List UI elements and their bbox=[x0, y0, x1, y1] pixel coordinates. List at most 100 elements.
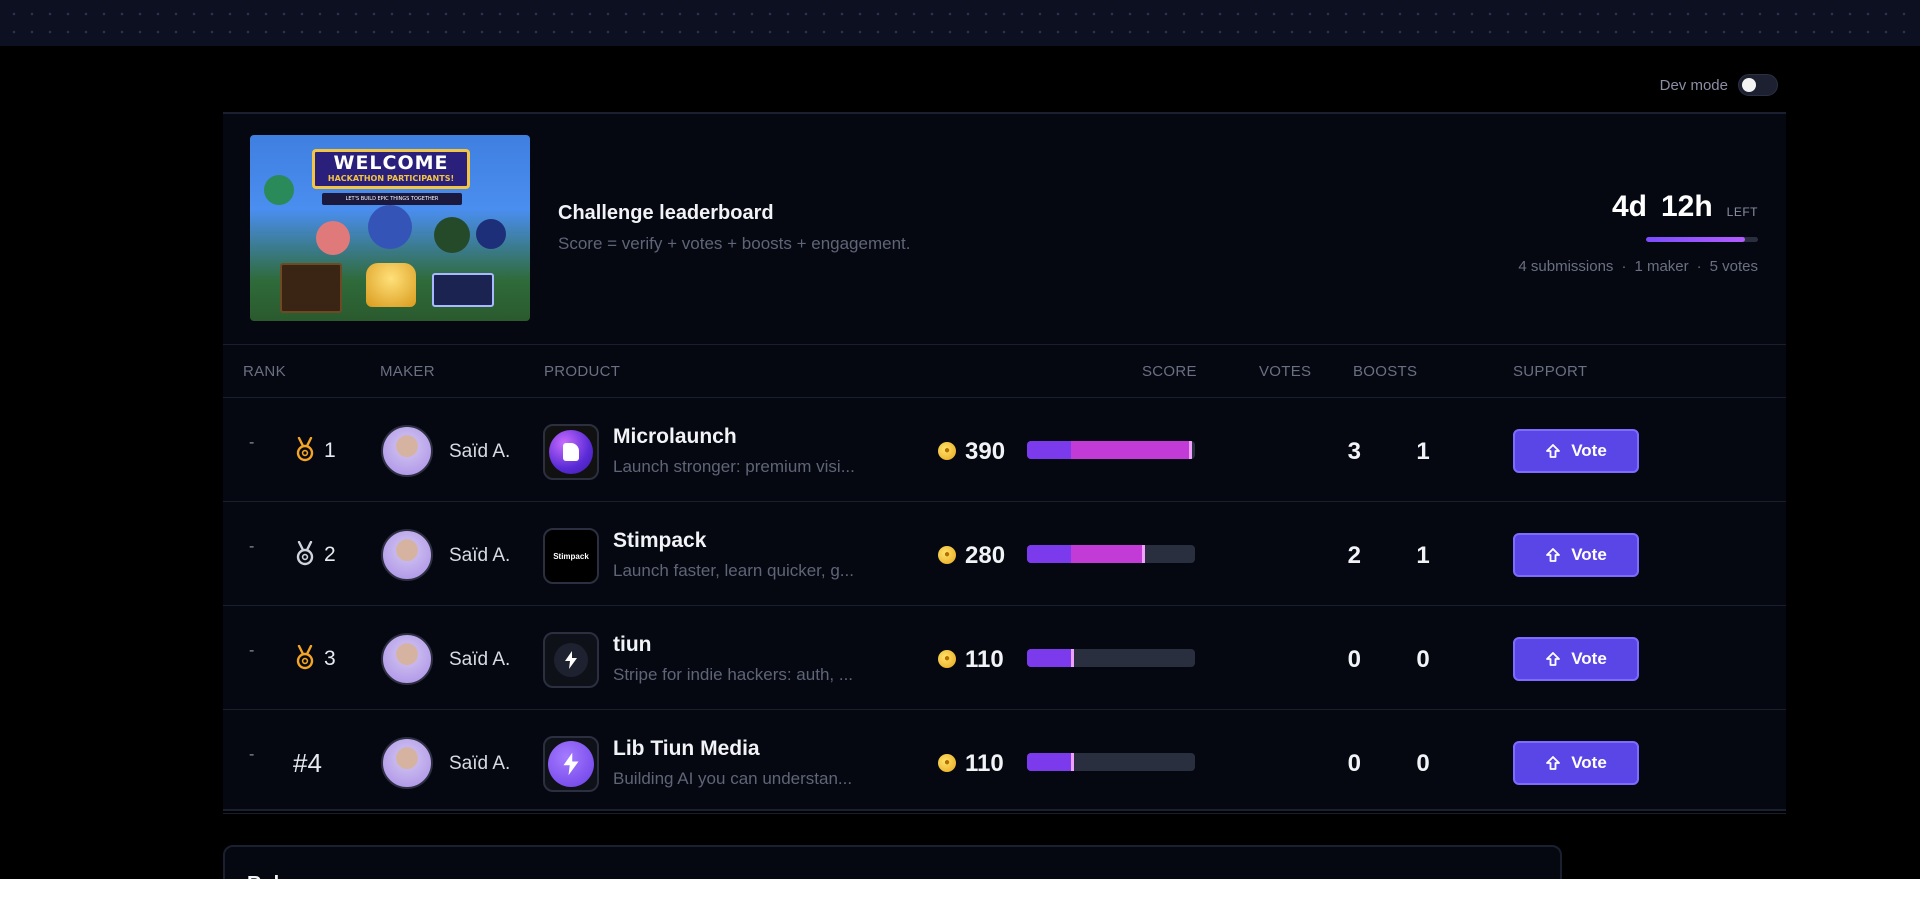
upvote-arrow-icon bbox=[1546, 652, 1561, 666]
score-bar-cap bbox=[1071, 649, 1074, 667]
leaderboard-stats: 4 submissions · 1 maker · 5 votes bbox=[1518, 258, 1758, 275]
boosts-count: 1 bbox=[1416, 542, 1430, 569]
col-product: PRODUCT bbox=[544, 363, 621, 380]
stat-votes: 5 votes bbox=[1709, 258, 1758, 275]
upvote-arrow-icon bbox=[1546, 444, 1561, 458]
microlaunch-logo-icon bbox=[549, 430, 593, 474]
maker-name[interactable]: Saïd A. bbox=[449, 753, 510, 775]
votes-count: 2 bbox=[1347, 542, 1361, 569]
boosts-count: 0 bbox=[1416, 750, 1430, 777]
banner-board bbox=[280, 263, 342, 313]
product-description: Building AI you can understan... bbox=[613, 769, 853, 788]
stat-makers: 1 maker bbox=[1634, 258, 1689, 275]
leaderboard-header: WELCOME HACKATHON PARTICIPANTS! LET'S BU… bbox=[223, 114, 1786, 345]
vote-button[interactable]: Vote bbox=[1513, 533, 1639, 577]
vote-button[interactable]: Vote bbox=[1513, 741, 1639, 785]
avatar[interactable] bbox=[381, 737, 433, 789]
stat-separator: · bbox=[1696, 258, 1702, 275]
stat-separator: · bbox=[1621, 258, 1627, 275]
avatar[interactable] bbox=[381, 529, 433, 581]
dev-mode-label: Dev mode bbox=[1659, 76, 1728, 94]
time-progress-bar bbox=[1646, 237, 1758, 242]
time-progress-fill bbox=[1646, 237, 1745, 242]
bronze-medal-icon bbox=[296, 645, 314, 670]
top-pattern-band bbox=[0, 0, 1920, 46]
product-name[interactable]: Stimpack bbox=[613, 529, 706, 553]
upvote-arrow-icon bbox=[1546, 756, 1561, 770]
stimpack-logo-text: Stimpack bbox=[553, 551, 589, 561]
product-name[interactable]: tiun bbox=[613, 633, 651, 657]
toggle-knob bbox=[1742, 78, 1756, 92]
avatar[interactable] bbox=[381, 633, 433, 685]
product-description: Launch faster, learn quicker, g... bbox=[613, 561, 854, 580]
product-logo bbox=[543, 736, 599, 792]
avatar[interactable] bbox=[381, 425, 433, 477]
product-name[interactable]: Microlaunch bbox=[613, 425, 737, 449]
table-row: - #4 Saïd A. Lib Tiun Media Building AI … bbox=[223, 710, 1786, 814]
table-header: RANK MAKER PRODUCT SCORE VOTES BOOSTS SU… bbox=[223, 345, 1786, 398]
lightning-circle-icon bbox=[548, 741, 594, 787]
rank-change: - bbox=[249, 434, 255, 451]
page-title: Challenge leaderboard bbox=[558, 202, 774, 224]
rank-change: - bbox=[249, 538, 255, 555]
product-description: Launch stronger: premium visi... bbox=[613, 457, 855, 476]
score-bar-base bbox=[1027, 441, 1071, 459]
boosts-count: 0 bbox=[1416, 646, 1430, 673]
rank-number: #4 bbox=[293, 748, 322, 778]
rank-change: - bbox=[249, 746, 255, 763]
votes-count: 3 bbox=[1347, 438, 1361, 465]
upvote-arrow-icon bbox=[1546, 548, 1561, 562]
banner-sign: WELCOME HACKATHON PARTICIPANTS! bbox=[312, 149, 470, 189]
vote-button[interactable]: Vote bbox=[1513, 429, 1639, 473]
dev-mode-control[interactable]: Dev mode bbox=[1660, 74, 1778, 96]
vote-button[interactable]: Vote bbox=[1513, 637, 1639, 681]
trophy-icon bbox=[366, 263, 416, 307]
timer-days: 4d bbox=[1611, 190, 1647, 223]
col-maker: MAKER bbox=[380, 363, 435, 380]
score-bar-base bbox=[1027, 753, 1071, 771]
banner-ribbon: LET'S BUILD EPIC THINGS TOGETHER bbox=[322, 193, 462, 205]
score-bar-boost bbox=[1071, 441, 1189, 459]
product-logo bbox=[543, 424, 599, 480]
score-value: 280 bbox=[965, 542, 1006, 569]
countdown-timer: 4d 12h LEFT bbox=[1612, 190, 1758, 224]
score-bar-cap bbox=[1142, 545, 1145, 563]
gold-medal-icon bbox=[296, 437, 314, 462]
score-bar-boost bbox=[1071, 545, 1142, 563]
score-bar bbox=[1027, 753, 1195, 771]
banner-subtitle: HACKATHON PARTICIPANTS! bbox=[327, 174, 455, 183]
hackathon-banner-image: WELCOME HACKATHON PARTICIPANTS! LET'S BU… bbox=[250, 135, 530, 321]
col-rank: RANK bbox=[243, 363, 286, 380]
score-bar-cap bbox=[1189, 441, 1192, 459]
table-row: - 2 Saïd A. Stimpack Stimpack Launch fas… bbox=[223, 502, 1786, 606]
maker-name[interactable]: Saïd A. bbox=[449, 441, 510, 463]
vote-button-label: Vote bbox=[1571, 441, 1607, 460]
lightning-icon bbox=[554, 643, 588, 677]
stat-submissions: 4 submissions bbox=[1518, 258, 1614, 275]
coin-icon: ● bbox=[938, 546, 956, 564]
maker-name[interactable]: Saïd A. bbox=[449, 649, 510, 671]
col-boosts: BOOSTS bbox=[1353, 363, 1418, 380]
page-subtitle: Score = verify + votes + boosts + engage… bbox=[558, 234, 911, 253]
banner-level-card bbox=[432, 273, 494, 307]
boosts-count: 1 bbox=[1416, 438, 1430, 465]
score-bar bbox=[1027, 545, 1195, 563]
col-votes: VOTES bbox=[1259, 363, 1312, 380]
score-bar-cap bbox=[1071, 753, 1074, 771]
table-row: - 1 Saïd A. Microlaunch Launch stronger:… bbox=[223, 398, 1786, 502]
dev-mode-toggle[interactable] bbox=[1738, 74, 1778, 96]
col-score: SCORE bbox=[1142, 363, 1197, 380]
coin-icon: ● bbox=[938, 754, 956, 772]
maker-name[interactable]: Saïd A. bbox=[449, 545, 510, 567]
product-logo: Stimpack bbox=[543, 528, 599, 584]
leaderboard-panel: WELCOME HACKATHON PARTICIPANTS! LET'S BU… bbox=[223, 112, 1786, 814]
rank-change: - bbox=[249, 642, 255, 659]
score-bar-base bbox=[1027, 649, 1071, 667]
score-value: 110 bbox=[965, 646, 1004, 673]
vote-button-label: Vote bbox=[1571, 545, 1607, 564]
score-value: 390 bbox=[965, 438, 1006, 465]
vote-button-label: Vote bbox=[1571, 753, 1607, 772]
vote-button-label: Vote bbox=[1571, 649, 1607, 668]
product-name[interactable]: Lib Tiun Media bbox=[613, 737, 760, 761]
votes-count: 0 bbox=[1347, 646, 1361, 673]
